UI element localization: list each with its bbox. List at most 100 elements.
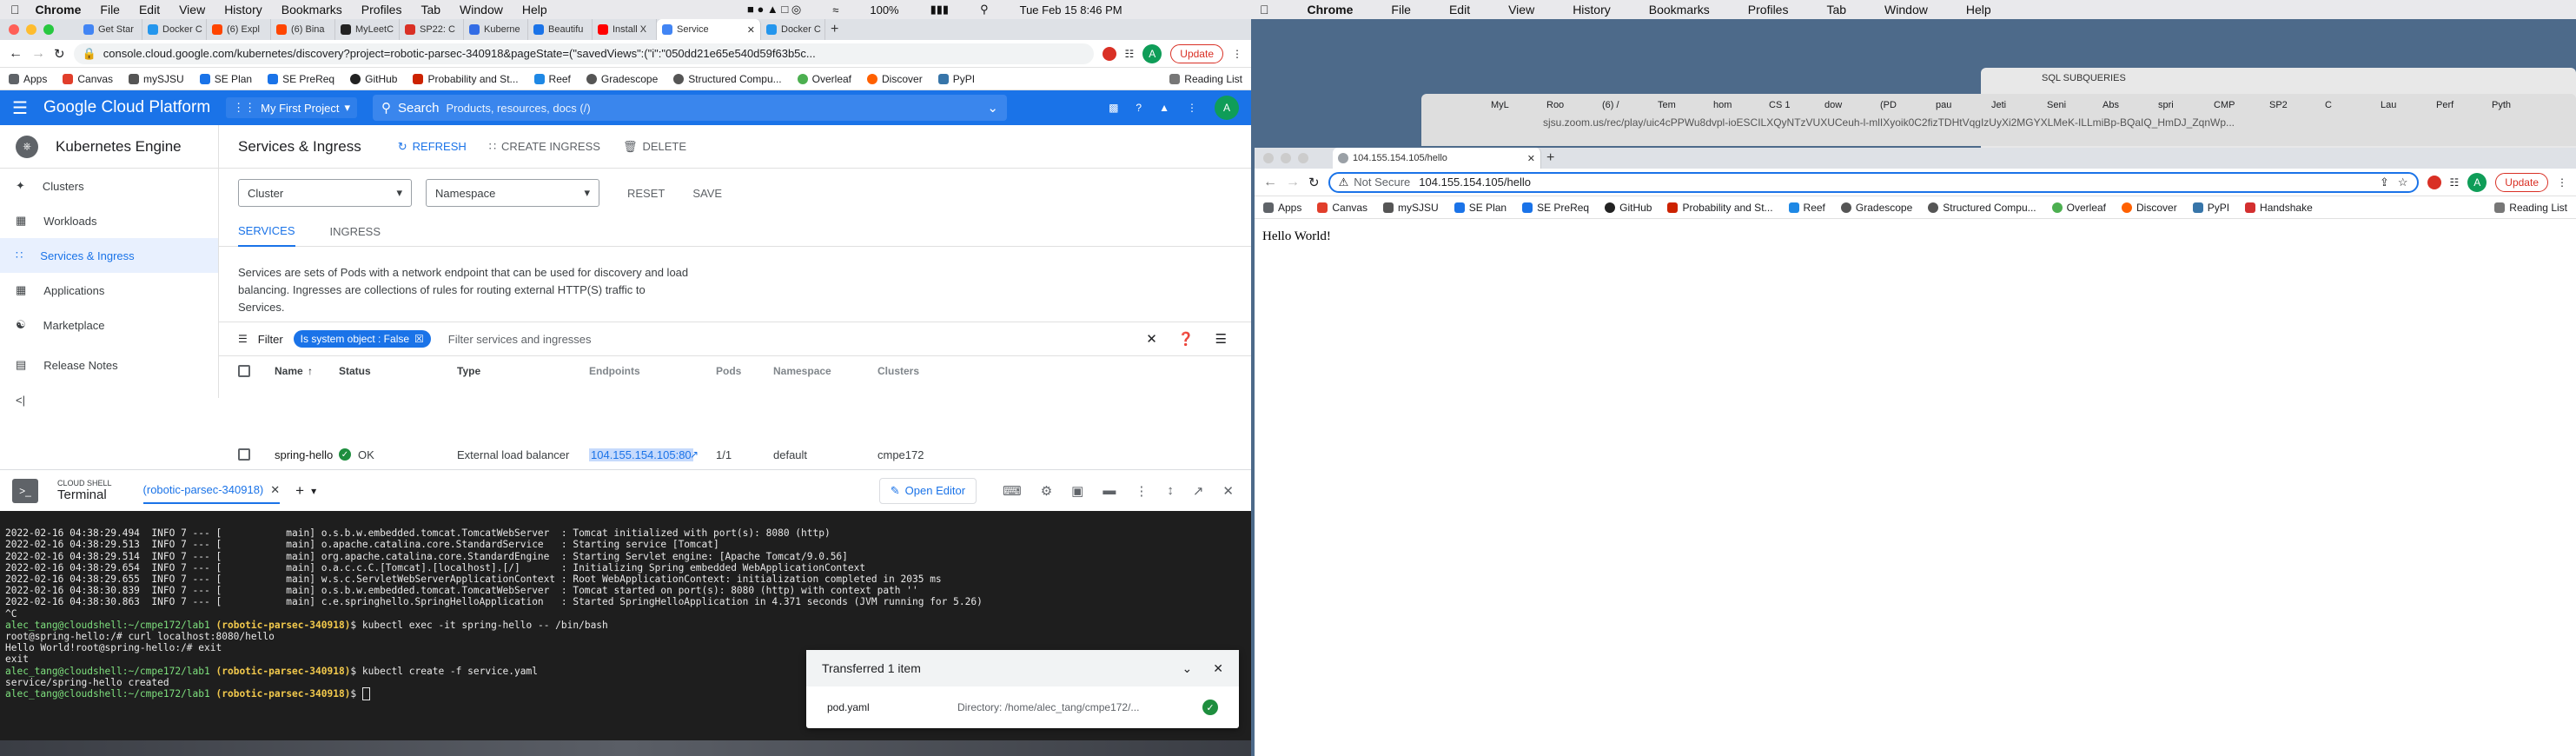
browser-tab[interactable]: Docker C (142, 19, 207, 40)
minimize-terminal-icon[interactable]: ▬ (1103, 483, 1116, 499)
refresh-button[interactable]: ↻ REFRESH (398, 140, 467, 154)
background-tab[interactable]: Abs (2103, 100, 2158, 110)
menu-bookmarks-right[interactable]: Bookmarks (1649, 3, 1710, 17)
bookmark-se-prereq[interactable]: SE PreReq (1522, 202, 1589, 214)
menu-file-right[interactable]: File (1391, 3, 1411, 17)
bookmark-github[interactable]: GitHub (1605, 202, 1652, 214)
zoom-window-button[interactable] (1298, 153, 1308, 163)
filter-chip[interactable]: Is system object : False ☒ (293, 330, 431, 348)
more-options-icon[interactable]: ⋮ (1135, 483, 1148, 499)
help-icon[interactable]: ? (1136, 102, 1142, 114)
menu-file[interactable]: File (100, 3, 120, 17)
extension-icon[interactable] (2427, 175, 2441, 189)
zoom-window-button[interactable] (43, 24, 54, 35)
menu-profiles-right[interactable]: Profiles (1748, 3, 1789, 17)
col-name[interactable]: Name (275, 365, 303, 377)
chevron-down-icon[interactable]: ⌄ (987, 100, 998, 116)
row-checkbox[interactable] (238, 448, 250, 461)
background-tab[interactable]: CMP (2214, 100, 2269, 110)
bookmark-canvas[interactable]: Canvas (63, 73, 113, 85)
new-tab-button[interactable]: + (1541, 148, 1567, 169)
gcp-search-bar[interactable]: ⚲ Search Products, resources, docs (/) ⌄ (372, 95, 1007, 121)
namespace-dropdown[interactable]: Namespace ▾ (426, 179, 599, 207)
menu-edit-right[interactable]: Edit (1449, 3, 1470, 17)
address-bar[interactable]: 🔒 console.cloud.google.com/kubernetes/di… (73, 43, 1094, 64)
table-row[interactable]: spring-hello ✓ OK External load balancer… (219, 443, 1251, 466)
gcp-brand[interactable]: Google Cloud Platform (43, 98, 210, 117)
background-tab[interactable]: dow (1824, 100, 1880, 110)
bookmark-apps[interactable]: Apps (9, 73, 47, 85)
new-tab-button[interactable]: + (825, 19, 851, 40)
background-tab[interactable]: pau (1936, 100, 1991, 110)
open-new-window-icon[interactable]: ↗ (1193, 483, 1204, 499)
select-all-checkbox[interactable] (238, 365, 250, 377)
bookmark-apps[interactable]: Apps (1263, 202, 1301, 214)
help-icon[interactable]: ❓ (1178, 331, 1195, 347)
bookmark-reef[interactable]: Reef (1788, 202, 1825, 214)
row-name[interactable]: spring-hello (275, 448, 333, 461)
background-tab[interactable]: CS 1 (1769, 100, 1824, 110)
puzzle-icon[interactable]: ☷ (2450, 176, 2460, 189)
close-terminal-tab-icon[interactable]: ✕ (270, 483, 280, 497)
background-tab[interactable]: MyL (1491, 100, 1546, 110)
external-link-icon[interactable]: ↗ (690, 448, 699, 461)
menubar-app-name-right[interactable]: Chrome (1308, 3, 1354, 17)
browser-tab[interactable]: Install X (593, 19, 657, 40)
keyboard-icon[interactable]: ⌨ (1003, 483, 1022, 499)
bookmark-gradescope[interactable]: Gradescope (1840, 202, 1912, 214)
menu-kebab-icon[interactable]: ⋮ (2557, 176, 2567, 189)
bookmark-structured[interactable]: Structured Compu... (1928, 202, 2036, 214)
create-ingress-button[interactable]: ∷ CREATE INGRESS (489, 140, 600, 154)
background-tab[interactable]: Seni (2047, 100, 2103, 110)
hamburger-menu-icon[interactable]: ☰ (12, 97, 28, 119)
bookmark-discover[interactable]: Discover (867, 73, 923, 85)
minimize-window-button[interactable] (26, 24, 36, 35)
not-secure-label[interactable]: Not Secure (1354, 176, 1410, 189)
right-address-bar[interactable]: ⚠ Not Secure 104.155.154.105/hello ⇪ ☆ (1328, 171, 2419, 193)
background-tab[interactable]: Pyth (2492, 100, 2547, 110)
browser-tab[interactable]: (6) Bina (271, 19, 335, 40)
update-button[interactable]: Update (1170, 43, 1223, 63)
filter-input[interactable]: Filter services and ingresses (448, 333, 592, 346)
bookmark-canvas[interactable]: Canvas (1317, 202, 1367, 214)
menu-edit[interactable]: Edit (139, 3, 160, 17)
bookmark-se-prereq[interactable]: SE PreReq (268, 73, 334, 85)
browser-tab[interactable]: Beautifu (528, 19, 593, 40)
notifications-icon[interactable]: ▲ (1159, 102, 1169, 114)
save-button[interactable]: SAVE (692, 187, 722, 200)
tab-services[interactable]: SERVICES (238, 216, 295, 247)
browser-tab[interactable]: SP22: C (400, 19, 464, 40)
menu-view[interactable]: View (179, 3, 205, 17)
minimize-window-button[interactable] (1281, 153, 1291, 163)
background-tab[interactable]: Roo (1546, 100, 1602, 110)
reset-button[interactable]: RESET (627, 187, 665, 200)
chevron-down-icon[interactable]: ⌄ (1182, 661, 1193, 676)
profile-avatar[interactable]: A (2467, 172, 2487, 192)
reading-list[interactable]: Reading List (1169, 73, 1242, 85)
extension-icon[interactable] (1102, 46, 1116, 61)
menu-tab[interactable]: Tab (421, 3, 440, 17)
menu-profiles[interactable]: Profiles (361, 3, 402, 17)
bookmark-pypi[interactable]: PyPI (2192, 202, 2229, 214)
puzzle-icon[interactable]: ☷ (1125, 48, 1135, 60)
column-display-icon[interactable]: ☰ (1215, 331, 1227, 347)
restore-icon[interactable]: ↕ (1167, 483, 1174, 499)
close-tab-icon[interactable]: ✕ (1527, 153, 1535, 164)
bookmark-mysjsu[interactable]: mySJSU (1383, 202, 1439, 214)
add-terminal-tab-icon[interactable]: + (295, 482, 304, 500)
bookmark-se-plan[interactable]: SE Plan (1454, 202, 1507, 214)
background-tab[interactable]: Tem (1658, 100, 1713, 110)
back-icon[interactable]: ← (9, 46, 23, 62)
project-selector[interactable]: ⋮⋮ My First Project ▾ (226, 97, 357, 118)
menu-kebab-icon[interactable]: ⋮ (1232, 48, 1242, 60)
close-tab-icon[interactable]: ✕ (747, 24, 755, 36)
cluster-dropdown[interactable]: Cluster ▾ (238, 179, 412, 207)
sidebar-item-clusters[interactable]: ✦ Clusters (0, 169, 218, 203)
bookmark-gradescope[interactable]: Gradescope (586, 73, 658, 85)
clear-filter-icon[interactable]: ✕ (1146, 331, 1157, 347)
browser-tab-active[interactable]: 104.155.154.105/hello ✕ (1333, 148, 1541, 169)
share-icon[interactable]: ⇪ (2380, 176, 2389, 189)
browser-tab-active[interactable]: Service ✕ (657, 19, 761, 40)
menu-window[interactable]: Window (460, 3, 503, 17)
bookmark-overleaf[interactable]: Overleaf (797, 73, 851, 85)
